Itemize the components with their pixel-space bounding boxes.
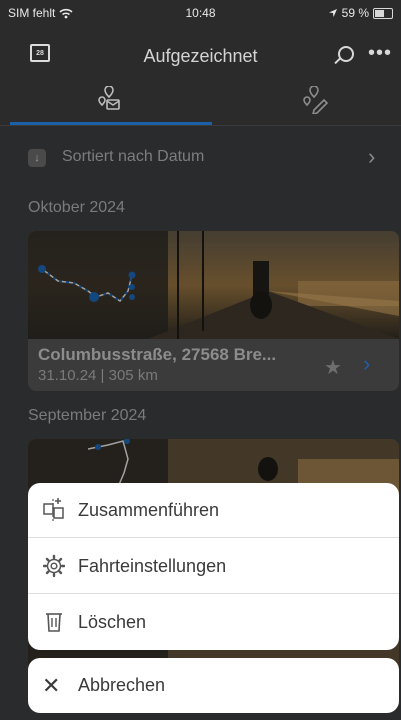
month-header: Oktober 2024 <box>28 199 125 216</box>
trip-card[interactable]: Columbusstraße, 27568 Bre... 31.10.24 | … <box>28 231 399 391</box>
tab-bar <box>0 86 401 126</box>
action-sheet: Zusammenführen Fahrteinstellungen Lösche… <box>28 483 399 650</box>
ride-settings-label: Fahrteinstellungen <box>78 556 227 576</box>
more-icon[interactable]: ••• <box>368 42 392 65</box>
chevron-right-icon[interactable]: › <box>363 351 370 377</box>
delete-label: Löschen <box>78 612 147 632</box>
chevron-right-icon: › <box>368 144 376 169</box>
status-right: 59 % <box>328 6 393 20</box>
cancel-button[interactable]: ✕ Abbrechen <box>28 658 399 713</box>
star-icon[interactable]: ★ <box>324 355 342 380</box>
trip-photo <box>28 231 399 339</box>
merge-button[interactable]: Zusammenführen <box>28 483 399 538</box>
gear-icon <box>43 554 65 578</box>
status-bar: SIM fehlt 10:48 59 % <box>0 0 401 24</box>
divider <box>28 537 399 538</box>
trash-icon <box>46 613 62 632</box>
merge-icon <box>43 498 64 521</box>
sort-direction-icon: ↓ <box>28 149 46 167</box>
location-arrow-icon <box>328 9 337 17</box>
search-icon[interactable] <box>338 46 354 62</box>
ride-settings-button[interactable]: Fahrteinstellungen <box>28 539 399 594</box>
tab-recorded-icon[interactable] <box>95 86 125 114</box>
sort-label: Sortiert nach Datum <box>62 148 205 165</box>
battery-percent: 59 % <box>341 6 369 20</box>
delete-button[interactable]: Löschen <box>28 595 399 650</box>
trip-meta: 31.10.24 | 305 km <box>38 367 158 384</box>
cancel-label: Abbrechen <box>78 675 166 695</box>
nav-bar: 28 Aufgezeichnet ••• <box>0 24 401 86</box>
battery-icon <box>373 7 393 19</box>
merge-label: Zusammenführen <box>78 500 220 520</box>
month-header: September 2024 <box>28 407 147 424</box>
tab-planned-icon[interactable] <box>300 86 330 114</box>
divider <box>28 593 399 594</box>
trip-photo-image <box>28 231 399 339</box>
close-icon: ✕ <box>42 673 61 698</box>
trip-title: Columbusstraße, 27568 Bre... <box>38 345 277 364</box>
sort-row[interactable]: ↓ Sortiert nach Datum › <box>0 126 401 188</box>
